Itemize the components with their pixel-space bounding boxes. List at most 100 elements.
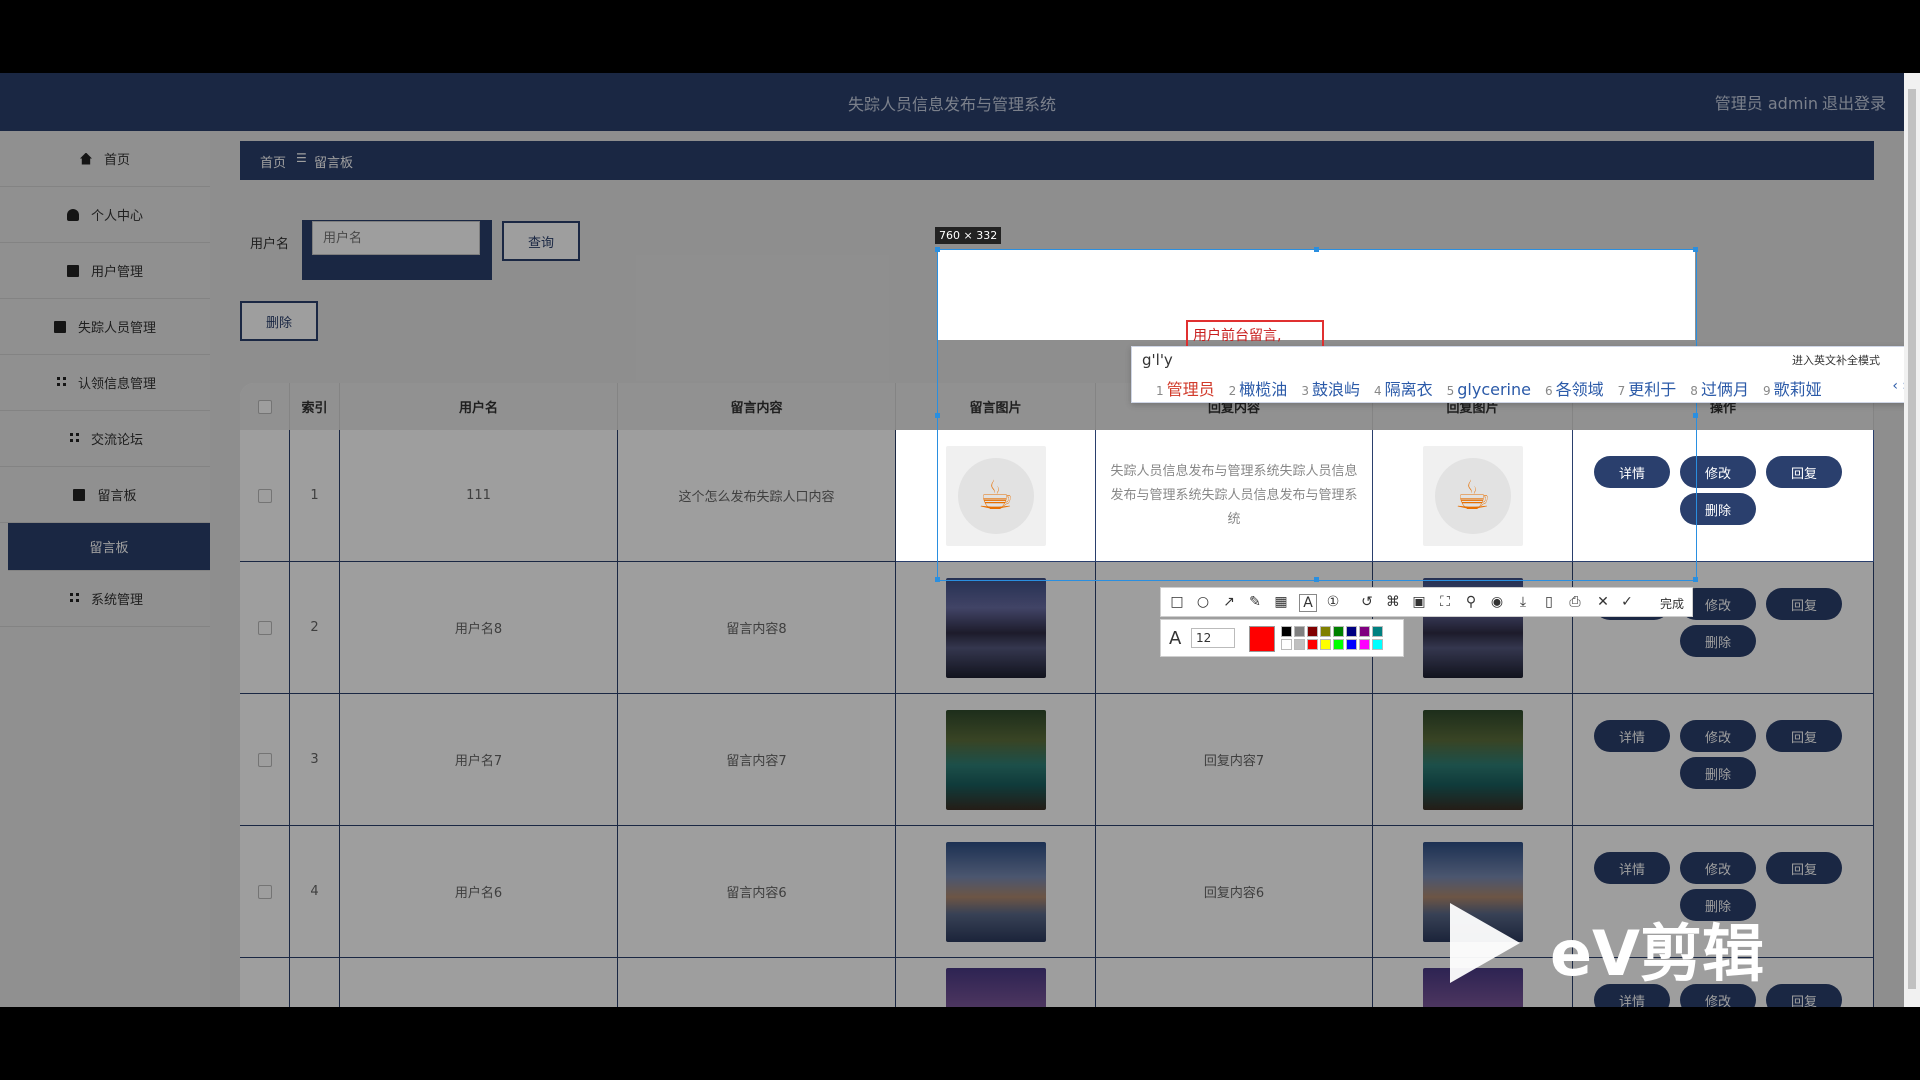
close-icon[interactable]: ✕ (1595, 594, 1611, 610)
color-swatch[interactable] (1333, 639, 1344, 650)
ime-candidate[interactable]: 橄榄油 (1239, 380, 1287, 399)
row-select-cell[interactable] (240, 430, 290, 562)
current-color-swatch[interactable] (1249, 626, 1275, 652)
text-tool-icon[interactable]: A (1299, 594, 1317, 612)
record-icon[interactable]: ◉ (1489, 594, 1505, 610)
color-swatch[interactable] (1281, 626, 1292, 637)
vertical-scrollbar[interactable] (1904, 73, 1920, 1007)
sidebar-item-personal-center[interactable]: 个人中心 (0, 187, 210, 243)
resize-handle[interactable] (1693, 577, 1698, 582)
ime-candidate[interactable]: 过俩月 (1701, 380, 1749, 399)
reply-button[interactable]: 回复 (1766, 984, 1842, 1007)
ime-candidate[interactable]: 隔离衣 (1385, 380, 1433, 399)
color-swatch[interactable] (1333, 626, 1344, 637)
sidebar-item-system[interactable]: 系统管理 (0, 571, 210, 627)
ime-candidate[interactable]: 管理员 (1167, 380, 1215, 399)
row-select-cell[interactable] (240, 826, 290, 958)
sidebar-item-forum[interactable]: 交流论坛 (0, 411, 210, 467)
username-search-input[interactable] (312, 221, 480, 255)
forest-lake-image (1422, 709, 1523, 810)
edit-button[interactable]: 修改 (1680, 852, 1756, 884)
row-checkbox[interactable] (257, 884, 272, 899)
ime-candidate[interactable]: 各领域 (1556, 380, 1604, 399)
color-swatch[interactable] (1320, 639, 1331, 650)
sidebar-item-message-board[interactable]: 留言板 (0, 467, 210, 523)
color-swatch[interactable] (1294, 639, 1305, 650)
ime-candidate[interactable]: 鼓浪屿 (1312, 380, 1360, 399)
header-select-all[interactable] (240, 383, 290, 430)
edit-button[interactable]: 修改 (1680, 720, 1756, 752)
color-swatch[interactable] (1346, 626, 1357, 637)
color-swatch[interactable] (1320, 626, 1331, 637)
checkmark-icon[interactable]: ✓ (1619, 594, 1635, 610)
breadcrumb: 首页 ☰ 留言板 (240, 141, 1874, 180)
delete-button[interactable]: 删除 (1680, 757, 1756, 789)
done-button[interactable]: 完成 (1660, 595, 1684, 612)
font-size-select[interactable]: 12 (1191, 628, 1235, 648)
sidebar-subitem-message-board[interactable]: 留言板 (8, 523, 210, 571)
row-checkbox[interactable] (257, 620, 272, 635)
row-select-cell[interactable] (240, 562, 290, 694)
resize-handle[interactable] (935, 247, 940, 252)
mosaic-tool-icon[interactable]: ▦ (1273, 594, 1289, 610)
color-swatch[interactable] (1359, 626, 1370, 637)
resize-handle[interactable] (1314, 247, 1319, 252)
color-swatch[interactable] (1307, 626, 1318, 637)
ime-english-mode-link[interactable]: 进入英文补全模式 (1792, 352, 1880, 368)
reply-button[interactable]: 回复 (1766, 588, 1842, 620)
reply-button[interactable]: 回复 (1766, 456, 1842, 488)
select-all-checkbox[interactable] (257, 399, 272, 414)
arrow-tool-icon[interactable]: ↗ (1221, 594, 1237, 610)
translate-icon[interactable]: ▣ (1411, 594, 1427, 610)
number-tool-icon[interactable]: ① (1325, 594, 1341, 610)
pin-icon[interactable]: ⚲ (1463, 594, 1479, 610)
reply-button[interactable]: 回复 (1766, 720, 1842, 752)
logout-link[interactable]: 退出登录 (1822, 90, 1886, 114)
sidebar-item-home[interactable]: 首页 (0, 131, 210, 187)
ime-candidate[interactable]: glycerine (1457, 380, 1531, 399)
scrollbar-thumb[interactable] (1908, 89, 1916, 989)
resize-handle[interactable] (1314, 577, 1319, 582)
pen-tool-icon[interactable]: ✎ (1247, 594, 1263, 610)
resize-handle[interactable] (1693, 247, 1698, 252)
batch-delete-button[interactable]: 删除 (240, 301, 318, 341)
ocr-icon[interactable]: ⌘ (1385, 594, 1401, 610)
query-button[interactable]: 查询 (502, 221, 580, 261)
phone-icon[interactable]: ▯ (1541, 594, 1557, 610)
color-swatch[interactable] (1294, 626, 1305, 637)
bookmark-icon[interactable]: ⎙ (1567, 594, 1583, 610)
color-swatch[interactable] (1281, 639, 1292, 650)
sidebar-item-missing-persons[interactable]: 失踪人员管理 (0, 299, 210, 355)
sidebar-item-user-management[interactable]: 用户管理 (0, 243, 210, 299)
delete-button[interactable]: 删除 (1680, 493, 1756, 525)
detail-button[interactable]: 详情 (1594, 720, 1670, 752)
undo-icon[interactable]: ↺ (1359, 594, 1375, 610)
text-annotation[interactable]: 用户前台留言, (1186, 320, 1324, 348)
detail-button[interactable]: 详情 (1594, 456, 1670, 488)
download-icon[interactable]: ⤓ (1515, 594, 1531, 610)
breadcrumb-home[interactable]: 首页 (260, 152, 286, 171)
color-swatch[interactable] (1346, 639, 1357, 650)
ellipse-tool-icon[interactable]: ○ (1195, 594, 1211, 610)
delete-button[interactable]: 删除 (1680, 625, 1756, 657)
sidebar-item-claim-info[interactable]: 认领信息管理 (0, 355, 210, 411)
username-cell: 用户名7 (340, 694, 618, 826)
color-swatch[interactable] (1372, 626, 1383, 637)
ime-candidate[interactable]: 更利于 (1628, 380, 1676, 399)
row-checkbox[interactable] (257, 752, 272, 767)
color-swatch[interactable] (1372, 639, 1383, 650)
ime-candidate[interactable]: 歌莉娅 (1774, 380, 1822, 399)
row-select-cell[interactable] (240, 958, 290, 1007)
row-select-cell[interactable] (240, 694, 290, 826)
resize-handle[interactable] (935, 413, 940, 418)
color-swatch[interactable] (1307, 639, 1318, 650)
detail-button[interactable]: 详情 (1594, 852, 1670, 884)
color-swatch[interactable] (1359, 639, 1370, 650)
resize-handle[interactable] (1693, 413, 1698, 418)
long-capture-icon[interactable]: ⛶ (1437, 594, 1453, 610)
row-checkbox[interactable] (257, 488, 272, 503)
rectangle-tool-icon[interactable]: □ (1169, 594, 1185, 610)
resize-handle[interactable] (935, 577, 940, 582)
reply-button[interactable]: 回复 (1766, 852, 1842, 884)
edit-button[interactable]: 修改 (1680, 456, 1756, 488)
